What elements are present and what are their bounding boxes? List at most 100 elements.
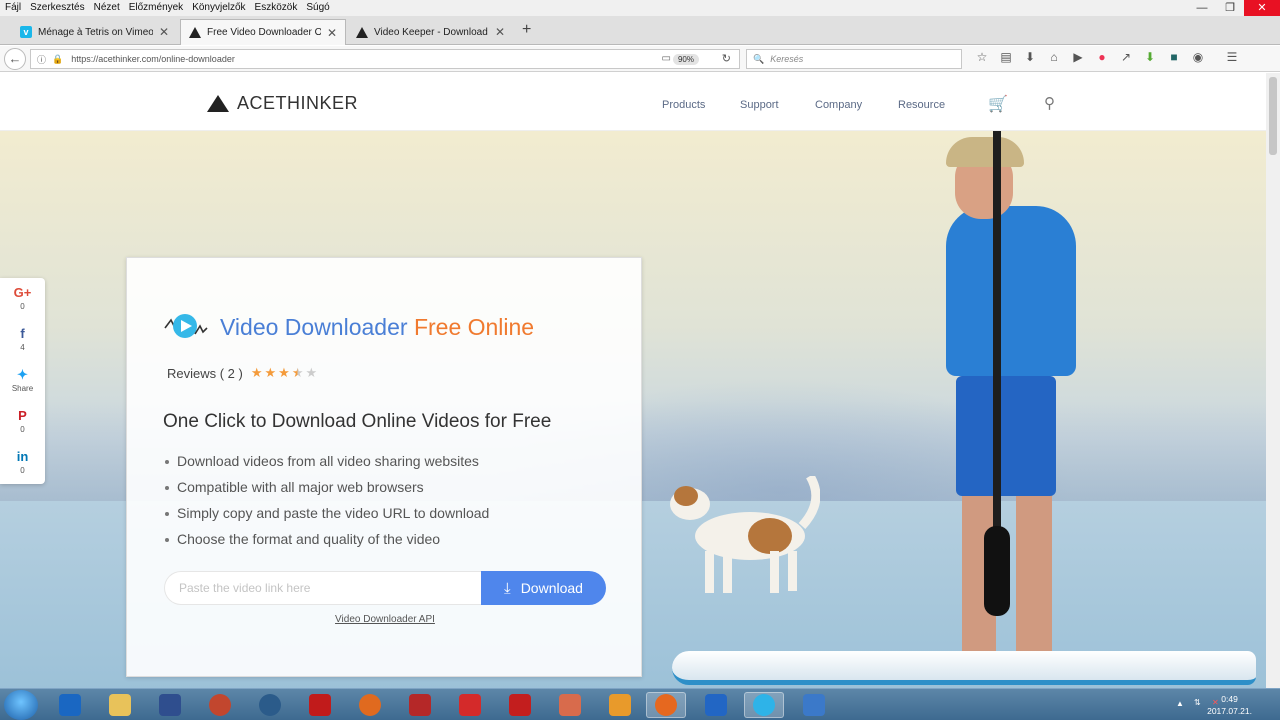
taskbar-app4[interactable] [200,692,240,718]
download-label: Download [520,580,583,596]
menu-tools[interactable]: Eszközök [250,0,302,16]
video-url-input[interactable] [164,571,482,605]
close-window-button[interactable]: ✕ [1244,0,1280,16]
taskbar-app9[interactable] [450,692,490,718]
extension-globe-icon[interactable]: ◉ [1186,50,1210,64]
taskbar-firefox[interactable] [646,692,686,718]
menu-edit[interactable]: Szerkesztés [25,0,88,16]
navigation-bar: ← ⓘ 🔒 https://acethinker.com/online-down… [0,46,1280,72]
home-icon[interactable]: ⌂ [1042,50,1066,64]
system-clock[interactable]: 0:49 2017.07.21. [1207,693,1252,717]
info-icon[interactable]: ⓘ [37,53,46,66]
tab-vimeo[interactable]: v Ménage à Tetris on Vimeo ✕ [12,19,178,45]
firefox-icon [655,694,677,716]
url-text[interactable]: https://acethinker.com/online-downloader [71,54,235,64]
taskbar-app12[interactable] [600,692,640,718]
minimize-button[interactable]: — [1188,0,1216,16]
share-google-plus[interactable]: G+ 0 [0,278,45,319]
taskbar-app6[interactable] [300,692,340,718]
bookmark-star-icon[interactable]: ☆ [970,50,994,64]
new-tab-button[interactable]: + [522,21,531,39]
man-hat [946,137,1024,167]
feature-item: Choose the format and quality of the vid… [165,526,489,552]
cart-icon[interactable]: 🛒 [988,94,1008,114]
hamburger-menu-icon[interactable]: ☰ [1220,50,1244,64]
reviews-label[interactable]: Reviews ( 2 ) [167,366,243,381]
taskbar-save-app[interactable] [150,692,190,718]
pinterest-icon: P [18,408,27,423]
feature-text: Compatible with all major web browsers [177,479,424,495]
taskbar-app15[interactable] [744,692,784,718]
menu-file[interactable]: Fájl [0,0,25,16]
tab-video-keeper[interactable]: Video Keeper - Download ar ✕ [348,19,514,45]
tab-video-downloader[interactable]: Free Video Downloader Onli ✕ [180,19,346,45]
bullet-icon [165,538,169,543]
youtube-icon[interactable]: ▶ [1066,50,1090,64]
taskbar-app11[interactable] [550,692,590,718]
zoom-level-badge[interactable]: 90% [672,54,699,65]
rating-stars[interactable]: ★ ★ ★ ★ ★ [249,365,317,381]
scrollbar-thumb[interactable] [1269,77,1277,155]
network-icon[interactable]: ⇅ [1194,698,1201,707]
taskbar-app7[interactable] [350,692,390,718]
extension-square-icon[interactable]: ■ [1162,50,1186,64]
close-tab-icon[interactable]: ✕ [327,26,337,40]
taskbar-outlook[interactable] [50,692,90,718]
menu-view[interactable]: Nézet [89,0,124,16]
download-button[interactable]: ⤓ Download [481,571,606,605]
feature-text: Choose the format and quality of the vid… [177,531,441,547]
share-facebook[interactable]: f 4 [0,319,45,360]
address-bar[interactable]: ⓘ 🔒 https://acethinker.com/online-downlo… [30,49,740,69]
hero-banner: Video Downloader Free Online Reviews ( 2… [0,131,1266,688]
downloads-icon[interactable]: ⬇ [1018,50,1042,64]
taskbar-app8[interactable] [400,692,440,718]
site-header: ACETHINKER Products Support Company Reso… [0,73,1266,131]
paddleboard [672,651,1256,685]
share-twitter[interactable]: ✦ Share [0,360,45,401]
taskbar-app10[interactable] [500,692,540,718]
dog-illustration [670,476,820,593]
taskbar-app14[interactable] [696,692,736,718]
api-link[interactable]: Video Downloader API [127,614,643,625]
system-tray: ▲ ⇅ ✕ 0:49 2017.07.21. [1150,689,1280,720]
library-icon[interactable]: ▤ [994,50,1018,64]
menu-help[interactable]: Súgó [301,0,333,16]
menu-bookmarks[interactable]: Könyvjelzők [187,0,249,16]
feature-item: Compatible with all major web browsers [165,474,489,500]
search-box[interactable]: 🔍 Keresés [746,49,962,69]
taskbar-app5[interactable] [250,692,290,718]
extension-color-icon[interactable]: ● [1090,50,1114,64]
reader-view-icon[interactable]: ▭ [662,53,671,64]
site-logo[interactable]: ACETHINKER [207,93,358,114]
browser-window: Fájl Szerkesztés Nézet Előzmények Könyvj… [0,0,1280,720]
share-linkedin[interactable]: in 0 [0,442,45,483]
nav-resource[interactable]: Resource [898,99,945,111]
video-downloader-icon[interactable]: ⬇ [1138,50,1162,64]
close-tab-icon[interactable]: ✕ [159,25,169,39]
google-plus-icon: G+ [13,285,32,300]
restore-button[interactable]: ❐ [1216,0,1244,16]
page-scrollbar[interactable] [1266,73,1280,688]
nav-products[interactable]: Products [662,99,705,111]
tray-expand-icon[interactable]: ▲ [1176,699,1184,708]
close-tab-icon[interactable]: ✕ [495,25,505,39]
extension-arrow-icon[interactable]: ↗ [1114,50,1138,64]
taskbar-explorer[interactable] [100,692,140,718]
taskbar-app16[interactable] [794,692,834,718]
reload-icon[interactable]: ↻ [722,52,731,65]
lock-icon: 🔒 [52,53,64,64]
share-count: 4 [20,343,25,352]
reviews-row: Reviews ( 2 ) ★ ★ ★ ★ ★ [167,365,317,381]
hand-icon [705,694,727,716]
vimeo-icon: v [20,26,32,38]
menu-history[interactable]: Előzmények [124,0,187,16]
site-search-icon[interactable]: ⚲ [1044,94,1055,112]
bullet-icon [165,512,169,517]
start-button[interactable] [4,690,38,720]
video-play-icon [164,314,208,338]
share-pinterest[interactable]: P 0 [0,401,45,442]
nav-company[interactable]: Company [815,99,862,111]
feature-text: Simply copy and paste the video URL to d… [177,505,490,521]
nav-support[interactable]: Support [740,99,779,111]
back-button[interactable]: ← [4,48,26,70]
